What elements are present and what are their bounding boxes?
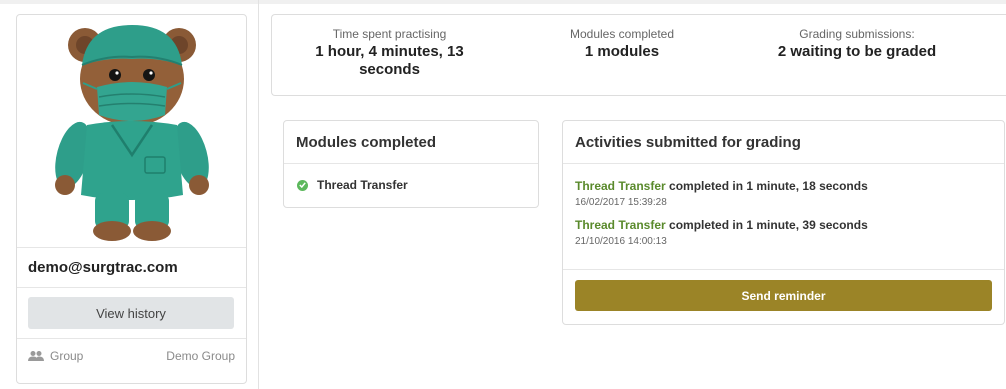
list-item: Thread Transfer completed in 1 minute, 1… <box>563 178 1004 210</box>
history-row: View history <box>17 288 246 339</box>
column-divider <box>258 0 259 389</box>
group-label-wrap: Group <box>28 349 83 363</box>
activity-text: completed in 1 minute, 18 seconds <box>665 179 868 193</box>
activities-submitted-card: Activities submitted for grading Thread … <box>562 120 1005 325</box>
teddy-bear-avatar-icon <box>54 25 209 241</box>
top-border <box>0 0 1006 4</box>
modules-completed-card: Modules completed Thread Transfer <box>283 120 539 208</box>
stat-grading-submissions: Grading submissions: 2 waiting to be gra… <box>757 27 957 61</box>
profile-card: demo@surgtrac.com View history Group Dem… <box>16 14 247 384</box>
activity-module-link[interactable]: Thread Transfer <box>575 218 666 232</box>
stat-label: Time spent practising <box>332 27 447 41</box>
stat-value: 1 hour, 4 minutes, 13 seconds <box>315 43 464 78</box>
stat-value: 1 modules <box>584 43 660 60</box>
view-history-button[interactable]: View history <box>28 297 234 329</box>
reminder-row: Send reminder <box>563 269 1004 324</box>
list-item[interactable]: Thread Transfer <box>284 164 538 206</box>
stats-panel: Time spent practising 1 hour, 4 minutes,… <box>271 14 1006 96</box>
profile-email: demo@surgtrac.com <box>17 248 246 288</box>
stat-modules-completed: Modules completed 1 modules <box>542 27 702 61</box>
activity-module-link[interactable]: Thread Transfer <box>575 179 666 193</box>
activity-text: completed in 1 minute, 39 seconds <box>665 218 868 232</box>
group-label: Group <box>50 349 84 363</box>
activity-date: 21/10/2016 14:00:13 <box>575 236 667 247</box>
activity-date: 16/02/2017 15:39:28 <box>575 197 667 208</box>
card-title: Modules completed <box>284 121 538 164</box>
stat-time-practising: Time spent practising 1 hour, 4 minutes,… <box>302 27 477 79</box>
send-reminder-button[interactable]: Send reminder <box>575 280 992 311</box>
stat-label: Grading submissions: <box>799 27 915 41</box>
avatar <box>17 15 246 248</box>
stat-value: 2 waiting to be graded <box>777 43 937 60</box>
group-users-icon <box>28 351 44 361</box>
group-row: Group Demo Group <box>17 339 246 373</box>
module-name: Thread Transfer <box>317 178 408 192</box>
check-circle-icon <box>297 179 308 191</box>
activity-line: Thread Transfer completed in 1 minute, 1… <box>575 178 992 194</box>
list-item: Thread Transfer completed in 1 minute, 3… <box>563 217 1004 249</box>
activity-line: Thread Transfer completed in 1 minute, 3… <box>575 217 992 233</box>
group-value: Demo Group <box>166 349 235 363</box>
card-title: Activities submitted for grading <box>563 121 1004 164</box>
stat-label: Modules completed <box>569 27 675 41</box>
